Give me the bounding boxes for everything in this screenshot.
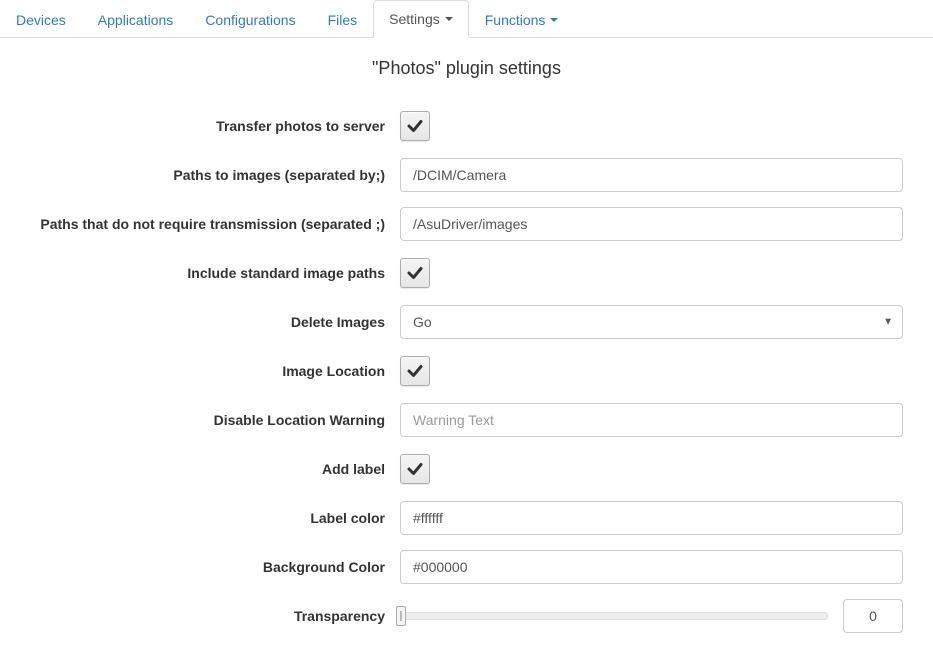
label-color-label: Label color bbox=[30, 510, 400, 526]
paths-images-input[interactable] bbox=[400, 158, 903, 192]
image-location-checkbox[interactable] bbox=[400, 356, 430, 386]
paths-exclude-input[interactable] bbox=[400, 207, 903, 241]
tab-configurations[interactable]: Configurations bbox=[189, 0, 311, 38]
add-label-label: Add label bbox=[30, 461, 400, 477]
bg-color-input[interactable] bbox=[400, 550, 903, 584]
image-location-label: Image Location bbox=[30, 363, 400, 379]
check-icon bbox=[406, 362, 424, 380]
include-std-checkbox[interactable] bbox=[400, 258, 430, 288]
tab-functions-label: Functions bbox=[485, 12, 546, 28]
tab-configurations-label: Configurations bbox=[205, 12, 295, 28]
transparency-label: Transparency bbox=[30, 608, 400, 624]
transfer-photos-checkbox[interactable] bbox=[400, 111, 430, 141]
paths-exclude-label: Paths that do not require transmission (… bbox=[30, 216, 400, 232]
caret-down-icon bbox=[550, 18, 558, 22]
check-icon bbox=[406, 264, 424, 282]
tab-files[interactable]: Files bbox=[312, 0, 374, 38]
tab-settings[interactable]: Settings bbox=[373, 0, 469, 38]
include-std-label: Include standard image paths bbox=[30, 265, 400, 281]
disable-warning-label: Disable Location Warning bbox=[30, 412, 400, 428]
tab-applications[interactable]: Applications bbox=[82, 0, 190, 38]
content-area: "Photos" plugin settings Transfer photos… bbox=[0, 38, 933, 668]
disable-warning-input[interactable] bbox=[400, 403, 903, 437]
tab-settings-label: Settings bbox=[389, 11, 440, 27]
label-color-input[interactable] bbox=[400, 501, 903, 535]
tab-bar: Devices Applications Configurations File… bbox=[0, 0, 933, 38]
transfer-photos-label: Transfer photos to server bbox=[30, 118, 400, 134]
page-title: "Photos" plugin settings bbox=[30, 58, 903, 79]
slider-handle[interactable] bbox=[396, 606, 406, 626]
delete-images-select[interactable]: Go bbox=[400, 305, 903, 339]
transparency-slider[interactable] bbox=[400, 612, 828, 620]
delete-images-label: Delete Images bbox=[30, 314, 400, 330]
bg-color-label: Background Color bbox=[30, 559, 400, 575]
tab-files-label: Files bbox=[328, 12, 358, 28]
caret-down-icon bbox=[445, 17, 453, 21]
check-icon bbox=[406, 117, 424, 135]
check-icon bbox=[406, 460, 424, 478]
tab-devices[interactable]: Devices bbox=[0, 0, 82, 38]
tab-devices-label: Devices bbox=[16, 12, 66, 28]
transparency-value-input[interactable] bbox=[843, 599, 903, 633]
paths-images-label: Paths to images (separated by;) bbox=[30, 167, 400, 183]
tab-applications-label: Applications bbox=[98, 12, 174, 28]
tab-functions[interactable]: Functions bbox=[469, 0, 575, 38]
add-label-checkbox[interactable] bbox=[400, 454, 430, 484]
